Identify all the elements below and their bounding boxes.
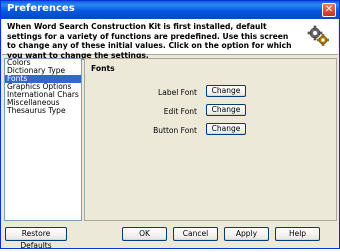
preferences-dialog: Preferences ✕ When Word Search Construct…: [0, 0, 340, 250]
apply-button[interactable]: Apply: [224, 227, 269, 241]
category-item[interactable]: Thesaurus Type: [5, 107, 81, 115]
help-button[interactable]: Help: [275, 227, 320, 241]
settings-panel: Fonts Label Font Change Edit Font Change…: [84, 58, 337, 221]
change-label-font-button[interactable]: Change: [206, 85, 246, 97]
panel-title: Fonts: [91, 64, 115, 73]
category-list[interactable]: Colors Dictionary Type Fonts Graphics Optio…: [4, 58, 82, 221]
restore-defaults-button[interactable]: Restore Defaults: [5, 227, 67, 250]
gear-icon: [307, 25, 329, 46]
change-button-font-button[interactable]: Change: [206, 123, 246, 135]
cancel-button[interactable]: Cancel: [173, 227, 218, 241]
label-font-label: Label Font: [158, 88, 197, 97]
button-font-label: Button Font: [153, 126, 197, 135]
change-edit-font-button[interactable]: Change: [206, 104, 246, 116]
header-description: When Word Search Construction Kit is fir…: [7, 22, 292, 60]
ok-button[interactable]: OK: [122, 227, 167, 241]
header-panel: When Word Search Construction Kit is fir…: [2, 19, 338, 60]
edit-font-label: Edit Font: [163, 107, 197, 116]
window-title: Preferences: [7, 3, 75, 14]
close-button[interactable]: ✕: [322, 3, 336, 17]
title-bar[interactable]: Preferences ✕: [1, 1, 339, 19]
